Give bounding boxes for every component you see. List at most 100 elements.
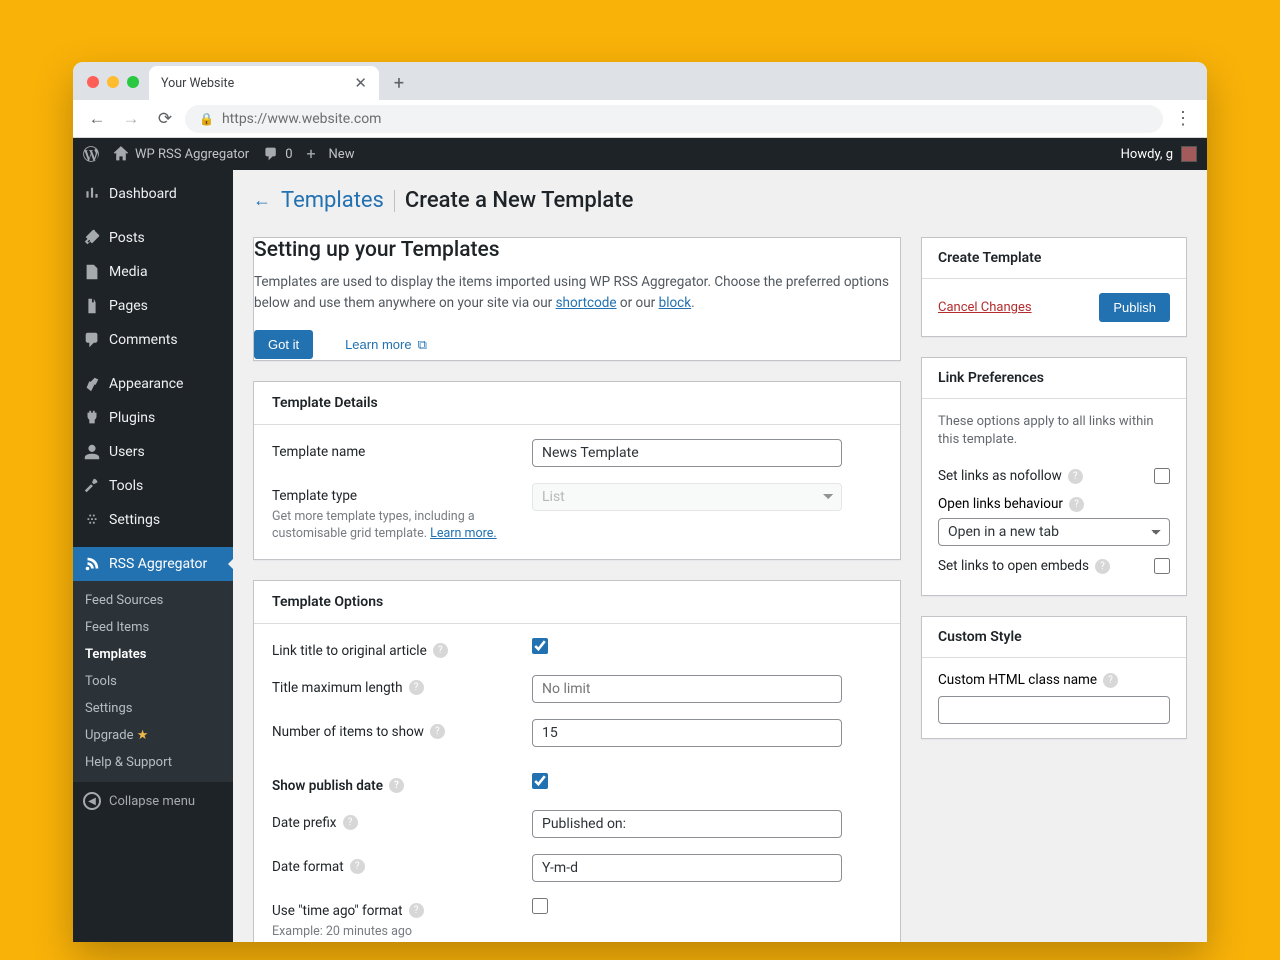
browser-window: Your Website ✕ + ← → ⟳ 🔒 https://www.web… (73, 62, 1207, 942)
date-prefix-label: Date prefix? (272, 810, 532, 831)
template-type-select[interactable]: List (532, 483, 842, 511)
browser-tab[interactable]: Your Website ✕ (149, 66, 379, 100)
sidebar-item-media[interactable]: Media (73, 255, 233, 289)
time-ago-checkbox[interactable] (532, 898, 548, 914)
shortcode-link[interactable]: shortcode (556, 295, 617, 311)
maximize-window-icon[interactable] (127, 76, 139, 88)
help-icon[interactable]: ? (1069, 497, 1084, 512)
template-type-learn-more-link[interactable]: Learn more. (430, 526, 497, 541)
sidebar-item-users[interactable]: Users (73, 435, 233, 469)
nofollow-checkbox[interactable] (1154, 468, 1170, 484)
help-icon[interactable]: ? (343, 815, 358, 830)
new-content-link[interactable]: +New (307, 146, 355, 162)
collapse-menu-button[interactable]: ◀ Collapse menu (73, 782, 233, 820)
sidebar-sub-upgrade[interactable]: Upgrade ★ (73, 722, 233, 749)
date-format-input[interactable] (532, 854, 842, 882)
sidebar-sub-tools[interactable]: Tools (73, 668, 233, 695)
site-name-link[interactable]: WP RSS Aggregator (113, 146, 249, 162)
got-it-button[interactable]: Got it (254, 330, 313, 359)
tab-title: Your Website (161, 76, 234, 91)
link-title-checkbox[interactable] (532, 638, 548, 654)
back-arrow-icon[interactable]: ← (253, 190, 271, 211)
intro-body: Templates are used to display the items … (254, 272, 900, 314)
sidebar-item-appearance[interactable]: Appearance (73, 367, 233, 401)
sidebar-item-dashboard[interactable]: Dashboard (73, 177, 233, 211)
link-preferences-heading: Link Preferences (922, 358, 1186, 399)
link-preferences-note: These options apply to all links within … (938, 413, 1170, 449)
minimize-window-icon[interactable] (107, 76, 119, 88)
content-area: ← Templates Create a New Template Settin… (233, 170, 1207, 942)
lock-icon: 🔒 (199, 112, 214, 126)
publish-box: Create Template Cancel Changes Publish (921, 237, 1187, 337)
date-prefix-input[interactable] (532, 810, 842, 838)
num-items-label: Number of items to show? (272, 719, 532, 740)
link-title-label: Link title to original article? (272, 638, 532, 659)
publish-button[interactable]: Publish (1099, 293, 1170, 322)
learn-more-link[interactable]: Learn more⧉ (331, 330, 441, 360)
close-window-icon[interactable] (87, 76, 99, 88)
open-embeds-checkbox[interactable] (1154, 558, 1170, 574)
comments-link[interactable]: 0 (263, 146, 292, 162)
user-menu[interactable]: Howdy, g (1121, 146, 1197, 162)
show-date-label: Show publish date? (272, 773, 532, 794)
help-icon[interactable]: ? (409, 903, 424, 918)
template-name-input[interactable] (532, 439, 842, 467)
back-button[interactable]: ← (83, 105, 111, 133)
browser-menu-icon[interactable]: ⋮ (1169, 108, 1197, 129)
intro-heading: Setting up your Templates (254, 238, 900, 262)
forward-button[interactable]: → (117, 105, 145, 133)
open-behaviour-select[interactable]: Open in a new tab (938, 518, 1170, 546)
help-icon[interactable]: ? (409, 680, 424, 695)
help-icon[interactable]: ? (389, 778, 404, 793)
url-bar[interactable]: 🔒 https://www.website.com (185, 105, 1163, 133)
template-details-box: Template Details Template name Template … (253, 381, 901, 560)
url-text: https://www.website.com (222, 111, 382, 127)
sidebar-item-comments[interactable]: Comments (73, 323, 233, 357)
sidebar-item-pages[interactable]: Pages (73, 289, 233, 323)
date-format-label: Date format? (272, 854, 532, 875)
browser-tab-bar: Your Website ✕ + (73, 62, 1207, 100)
sidebar-item-plugins[interactable]: Plugins (73, 401, 233, 435)
sidebar-sub-feed-sources[interactable]: Feed Sources (73, 587, 233, 614)
help-icon[interactable]: ? (1103, 673, 1118, 688)
time-ago-label: Use "time ago" format? Example: 20 minut… (272, 898, 532, 941)
star-icon: ★ (137, 728, 149, 743)
title-max-input[interactable] (532, 675, 842, 703)
sidebar-item-rss-aggregator[interactable]: RSS Aggregator (73, 547, 233, 581)
link-preferences-box: Link Preferences These options apply to … (921, 357, 1187, 596)
help-icon[interactable]: ? (430, 724, 445, 739)
open-behaviour-label: Open links behaviour? (938, 496, 1170, 512)
reload-button[interactable]: ⟳ (151, 105, 179, 133)
sidebar-item-posts[interactable]: Posts (73, 221, 233, 255)
breadcrumb: ← Templates Create a New Template (253, 182, 1187, 217)
template-options-heading: Template Options (254, 581, 900, 624)
external-link-icon: ⧉ (418, 337, 427, 353)
num-items-input[interactable] (532, 719, 842, 747)
sidebar-sub-templates[interactable]: Templates (73, 641, 233, 668)
help-icon[interactable]: ? (433, 643, 448, 658)
sidebar-sub-settings[interactable]: Settings (73, 695, 233, 722)
sidebar-item-settings[interactable]: Settings (73, 503, 233, 537)
block-link[interactable]: block (659, 295, 691, 311)
help-icon[interactable]: ? (1095, 559, 1110, 574)
close-tab-icon[interactable]: ✕ (354, 74, 367, 92)
template-name-label: Template name (272, 439, 532, 460)
sidebar-sub-help[interactable]: Help & Support (73, 749, 233, 776)
wp-admin-bar: WP RSS Aggregator 0 +New Howdy, g (73, 138, 1207, 170)
custom-class-input[interactable] (938, 696, 1170, 724)
open-embeds-label: Set links to open embeds? (938, 558, 1110, 574)
breadcrumb-templates-link[interactable]: Templates (281, 188, 384, 213)
new-tab-button[interactable]: + (385, 69, 413, 97)
help-icon[interactable]: ? (350, 859, 365, 874)
help-icon[interactable]: ? (1068, 469, 1083, 484)
custom-class-label: Custom HTML class name? (938, 672, 1170, 688)
wp-logo-icon[interactable] (83, 146, 99, 162)
sidebar-item-tools[interactable]: Tools (73, 469, 233, 503)
template-options-box: Template Options Link title to original … (253, 580, 901, 942)
sidebar-sub-feed-items[interactable]: Feed Items (73, 614, 233, 641)
page-title: Create a New Template (405, 188, 633, 213)
sidebar-submenu: Feed Sources Feed Items Templates Tools … (73, 581, 233, 782)
intro-box: Setting up your Templates Templates are … (253, 237, 901, 361)
cancel-changes-link[interactable]: Cancel Changes (938, 300, 1032, 315)
show-date-checkbox[interactable] (532, 773, 548, 789)
